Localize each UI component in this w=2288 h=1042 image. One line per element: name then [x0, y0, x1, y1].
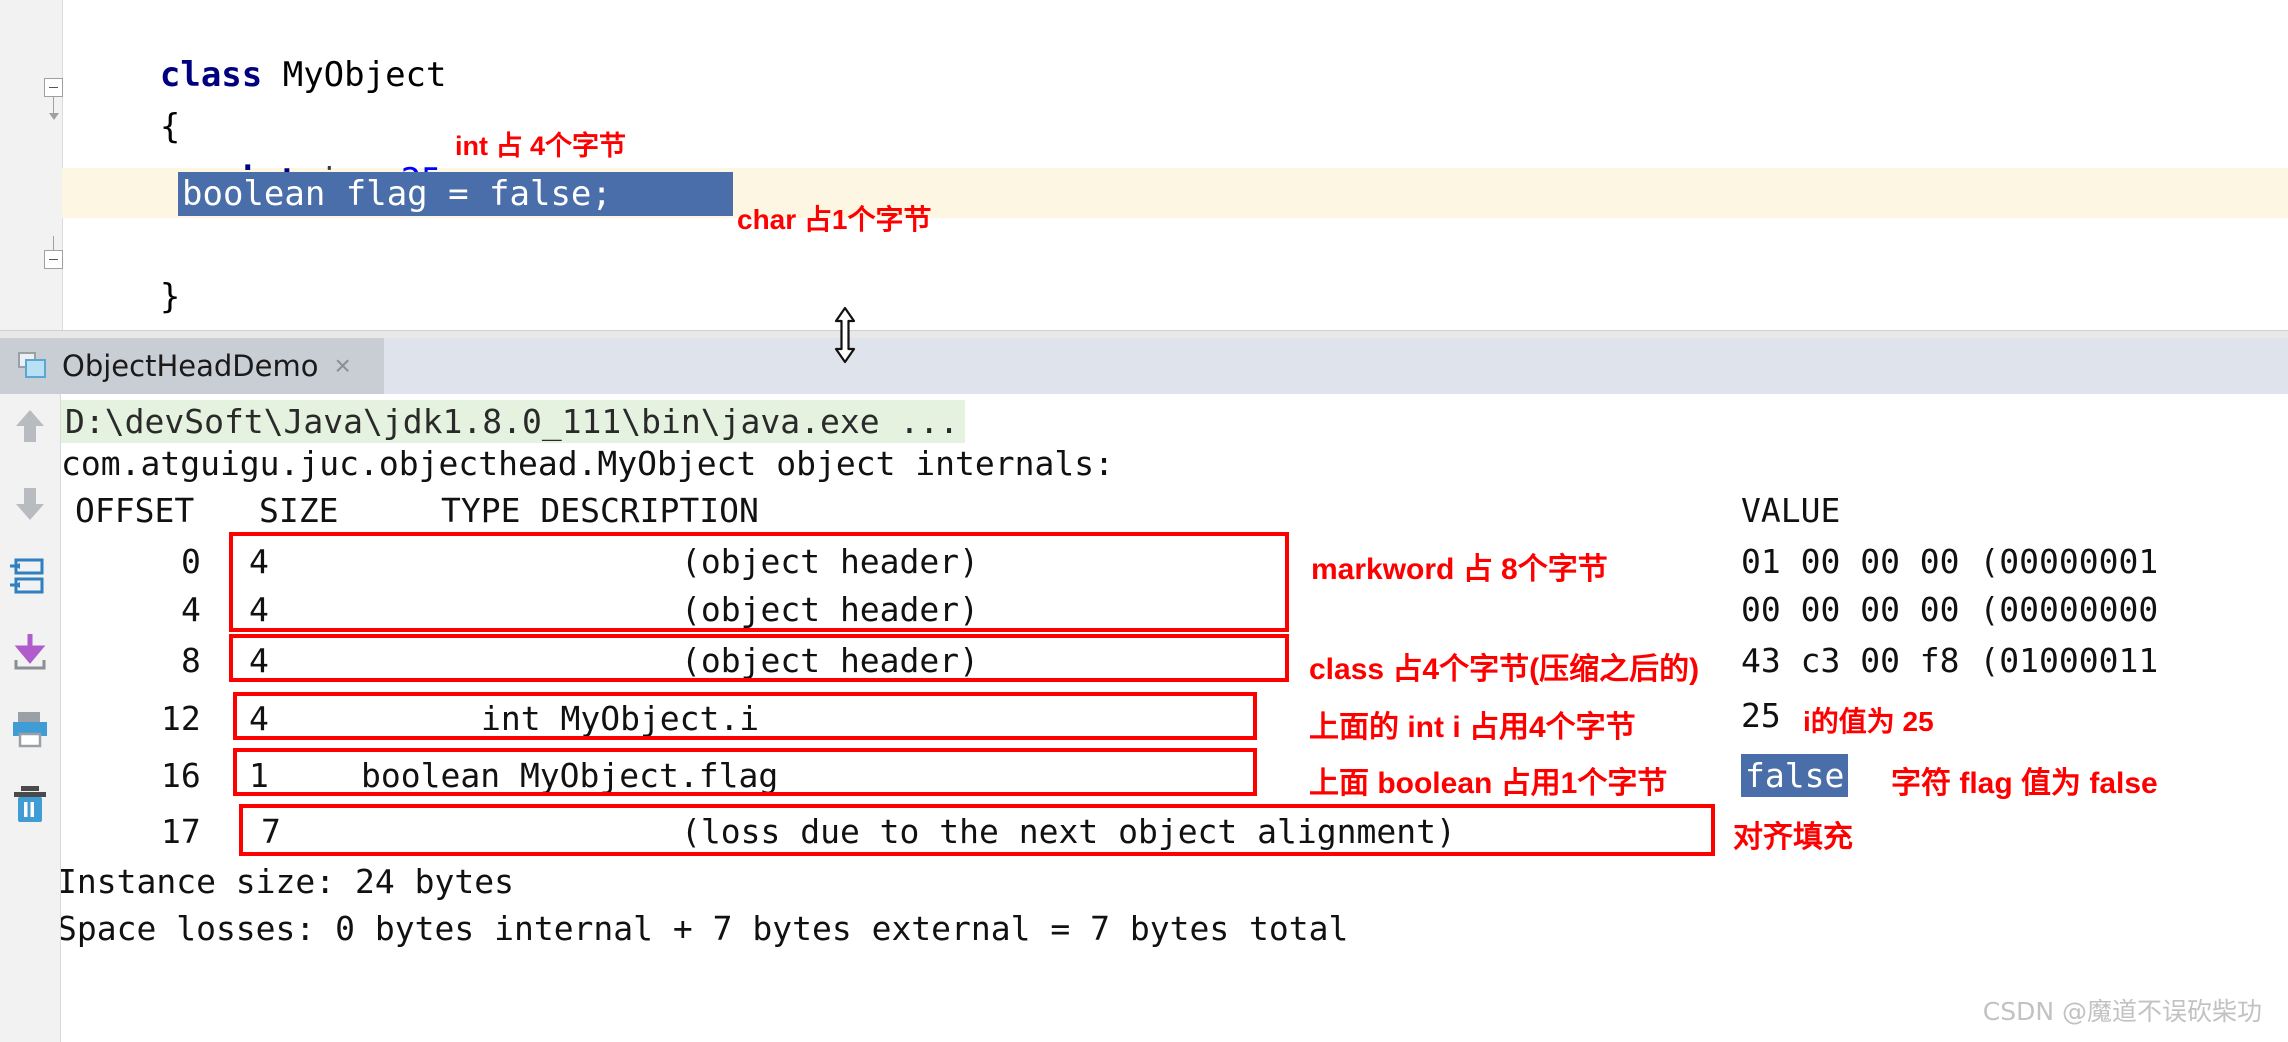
annotation-alignment: 对齐填充	[1733, 821, 1853, 854]
row-2-type-description: (object header)	[681, 641, 980, 680]
annotation-value-25: i的值为 25	[1803, 706, 1934, 737]
scroll-to-end-icon[interactable]	[8, 630, 52, 674]
vertical-resize-cursor-icon	[834, 306, 856, 364]
console-object-internals-line: com.atguigu.juc.objecthead.MyObject obje…	[61, 444, 1114, 483]
console-toolbar[interactable]	[0, 394, 61, 1042]
scroll-up-icon[interactable]	[8, 404, 52, 448]
row-3-type-description: int MyObject.i	[481, 699, 760, 738]
annotation-int-bytes: int 占 4个字节	[455, 131, 627, 161]
scroll-down-icon[interactable]	[8, 482, 52, 526]
table-header-type-description: TYPE DESCRIPTION	[441, 491, 759, 530]
print-icon[interactable]	[8, 706, 52, 750]
space-losses-line: Space losses: 0 bytes internal + 7 bytes…	[61, 909, 1349, 948]
row-4-offset: 16	[161, 756, 201, 795]
soft-wrap-icon[interactable]	[8, 554, 52, 598]
annotation-value-false: 字符 flag 值为 false	[1891, 767, 2158, 800]
row-2-value: 43 c3 00 f8 (01000011	[1741, 641, 2159, 680]
row-3-offset: 12	[161, 699, 201, 738]
row-0-value: 01 00 00 00 (00000001	[1741, 542, 2159, 581]
console-tabstrip[interactable]: ObjectHeadDemo ×	[0, 338, 2288, 394]
table-header-offset: OFFSET	[75, 491, 195, 530]
console-command-line: D:\devSoft\Java\jdk1.8.0_111\bin\java.ex…	[61, 400, 966, 443]
row-5-type-description: (loss due to the next object alignment)	[681, 812, 1456, 851]
table-header-size: SIZE	[259, 491, 339, 530]
annotation-class: class 占4个字节(压缩之后的)	[1309, 653, 1700, 686]
annotation-char-bytes: char 占1个字节	[737, 204, 932, 235]
console-output-pane[interactable]: D:\devSoft\Java\jdk1.8.0_111\bin\java.ex…	[0, 394, 2288, 1042]
row-0-type-description: (object header)	[681, 542, 980, 581]
row-1-value: 00 00 00 00 (00000000	[1741, 590, 2159, 629]
annotation-boolean: 上面 boolean 占用1个字节	[1309, 767, 1668, 800]
instance-size-line: Instance size: 24 bytes	[61, 862, 514, 901]
row-4-value: false	[1741, 754, 1849, 797]
row-0-offset: 0	[181, 542, 201, 581]
tab-objectheaddemo[interactable]: ObjectHeadDemo ×	[0, 338, 384, 394]
table-header-value: VALUE	[1741, 491, 1841, 530]
annotation-int-i: 上面的 int i 占用4个字节	[1309, 711, 1636, 744]
row-0-size: 4	[249, 542, 269, 581]
row-3-size: 4	[249, 699, 269, 738]
row-2-offset: 8	[181, 641, 201, 680]
row-1-size: 4	[249, 590, 269, 629]
row-5-size: 7	[261, 812, 281, 851]
code-line-4-selected: boolean flag = false;	[182, 174, 612, 214]
row-1-offset: 4	[181, 590, 201, 629]
code-editor-pane[interactable]: class MyObject { int i = 25; boolean fla…	[0, 0, 2288, 330]
watermark: CSDN @魔道不误砍柴功	[1982, 997, 2262, 1026]
console-text-area[interactable]: D:\devSoft\Java\jdk1.8.0_111\bin\java.ex…	[61, 394, 2288, 1042]
row-2-size: 4	[249, 641, 269, 680]
row-4-type-description: boolean MyObject.flag	[361, 756, 779, 795]
row-5-offset: 17	[161, 812, 201, 851]
row-4-size: 1	[249, 756, 269, 795]
tab-label: ObjectHeadDemo	[62, 349, 319, 383]
run-console-icon	[18, 352, 48, 380]
clear-all-trash-icon[interactable]	[8, 782, 52, 826]
close-icon[interactable]: ×	[334, 350, 350, 382]
row-3-value: 25	[1741, 696, 1781, 735]
annotation-markword: markword 占 8个字节	[1311, 553, 1608, 586]
code-line-5: }	[159, 277, 181, 317]
row-1-type-description: (object header)	[681, 590, 980, 629]
